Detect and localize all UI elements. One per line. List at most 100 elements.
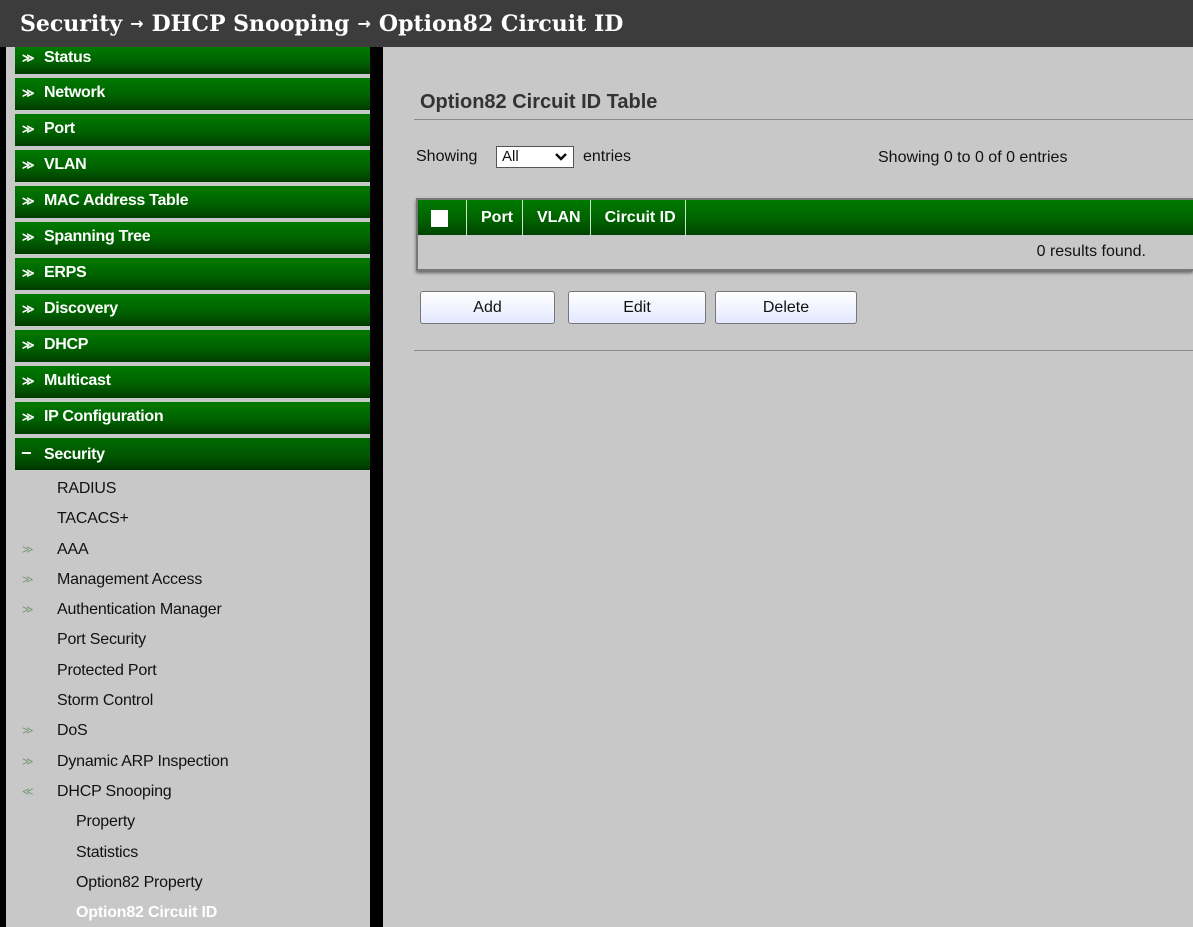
- expand-circle-icon: ≫: [22, 573, 34, 586]
- sidebar-item-label: MAC Address Table: [44, 192, 189, 209]
- sidebar-subitem-statistics[interactable]: Statistics: [6, 838, 370, 868]
- sidebar-subitem-storm-control[interactable]: Storm Control: [6, 686, 370, 716]
- delete-button[interactable]: Delete: [715, 291, 857, 324]
- security-submenu: RADIUS TACACS+ ≫ AAA ≫ Management Access ≫…: [6, 474, 370, 927]
- sidebar-subitem-label: Protected Port: [57, 661, 157, 679]
- sidebar-subitem-protected-port[interactable]: Protected Port: [6, 656, 370, 686]
- sidebar-item-mac-address-table[interactable]: ≫ MAC Address Table: [15, 186, 370, 218]
- sidebar-item-label: Spanning Tree: [44, 228, 151, 245]
- entries-select[interactable]: All: [496, 146, 574, 168]
- expand-icon: ≫: [22, 194, 35, 208]
- sidebar-subitem-label: RADIUS: [57, 480, 117, 497]
- sidebar-item-vlan[interactable]: ≫ VLAN: [15, 150, 370, 182]
- breadcrumb-arrow-icon: →: [357, 14, 371, 33]
- expand-icon: ≫: [22, 302, 35, 316]
- sidebar-item-label: Network: [44, 84, 106, 101]
- expand-icon: ≫: [22, 51, 35, 65]
- sidebar-subitem-label: DoS: [57, 722, 88, 740]
- sidebar-subitem-port-security[interactable]: Port Security: [6, 625, 370, 655]
- sidebar-subitem-dhcp-snooping[interactable]: ≪ DHCP Snooping: [6, 777, 370, 807]
- showing-label: Showing: [416, 148, 478, 165]
- breadcrumb-item-current: Option82 Circuit ID: [378, 11, 624, 37]
- page-title: Option82 Circuit ID Table: [420, 91, 658, 113]
- sidebar-subitem-label: AAA: [57, 540, 89, 558]
- table-header: Port VLAN Circuit ID: [418, 200, 1193, 235]
- sidebar-item-label: Status: [44, 49, 92, 66]
- sidebar-item-label: ERPS: [44, 264, 87, 281]
- sidebar-subitem-label: Option82 Circuit ID: [76, 904, 218, 922]
- sidebar-subitem-label: TACACS+: [57, 510, 129, 528]
- sidebar-subitem-dynamic-arp-inspection[interactable]: ≫ Dynamic ARP Inspection: [6, 747, 370, 777]
- buttons-divider: [414, 350, 1193, 351]
- sidebar-subitem-label: Management Access: [57, 570, 203, 588]
- sidebar-item-erps[interactable]: ≫ ERPS: [15, 258, 370, 290]
- sidebar-subitem-label: Property: [76, 813, 135, 831]
- sidebar-subitem-authentication-manager[interactable]: ≫ Authentication Manager: [6, 595, 370, 625]
- add-button[interactable]: Add: [420, 291, 555, 324]
- sidebar-subitem-label: Dynamic ARP Inspection: [57, 752, 229, 770]
- sidebar-item-spanning-tree[interactable]: ≫ Spanning Tree: [15, 222, 370, 254]
- sidebar-subitem-label: DHCP Snooping: [57, 782, 172, 800]
- sidebar-item-label: DHCP: [44, 336, 89, 353]
- expand-icon: ≫: [22, 122, 35, 136]
- sidebar-item-label: Security: [44, 446, 105, 463]
- expand-icon: ≫: [22, 86, 35, 100]
- select-all-checkbox[interactable]: [431, 210, 448, 227]
- expand-circle-icon: ≫: [22, 604, 34, 617]
- breadcrumb-arrow-icon: →: [130, 14, 144, 33]
- sidebar-item-label: VLAN: [44, 156, 87, 173]
- sidebar-subitem-label: Authentication Manager: [57, 601, 222, 619]
- sidebar-subitem-radius[interactable]: RADIUS: [6, 474, 370, 504]
- expand-icon: ≫: [22, 338, 35, 352]
- sidebar-item-network[interactable]: ≫ Network: [15, 78, 370, 110]
- sidebar-subitem-option82-property[interactable]: Option82 Property: [6, 868, 370, 898]
- title-divider: [414, 119, 1193, 120]
- collapse-icon: −: [21, 443, 32, 463]
- column-header-vlan[interactable]: VLAN: [523, 200, 591, 235]
- sidebar-item-status[interactable]: ≫ Status: [15, 47, 370, 74]
- expand-circle-icon: ≫: [22, 755, 34, 768]
- sidebar: ≫ Status ≫ Network ≫ Port ≫ VLAN ≫ MAC Addres…: [6, 47, 370, 927]
- expand-icon: ≫: [22, 230, 35, 244]
- column-header-circuit-id[interactable]: Circuit ID: [591, 200, 686, 235]
- sidebar-item-label: Port: [44, 120, 75, 137]
- sidebar-subitem-aaa[interactable]: ≫ AAA: [6, 535, 370, 565]
- sidebar-divider: [370, 47, 383, 927]
- sidebar-subitem-management-access[interactable]: ≫ Management Access: [6, 565, 370, 595]
- collapse-circle-icon: ≪: [22, 785, 34, 798]
- entries-label: entries: [583, 148, 632, 165]
- expand-circle-icon: ≫: [22, 543, 34, 556]
- sidebar-item-label: Discovery: [44, 300, 118, 317]
- sidebar-item-label: IP Configuration: [44, 408, 164, 425]
- sidebar-item-port[interactable]: ≫ Port: [15, 114, 370, 146]
- select-all-cell: [418, 200, 467, 235]
- sidebar-subitem-label: Storm Control: [57, 692, 154, 710]
- sidebar-item-label: Multicast: [44, 372, 111, 389]
- expand-icon: ≫: [22, 158, 35, 172]
- showing-info: Showing 0 to 0 of 0 entries: [878, 149, 1068, 166]
- sidebar-subitem-label: Statistics: [76, 843, 139, 861]
- column-header-port[interactable]: Port: [467, 200, 523, 235]
- empty-results-row: 0 results found.: [418, 235, 1193, 269]
- chevron-down-icon: [555, 147, 567, 173]
- breadcrumb-item-security: Security: [20, 11, 123, 37]
- sidebar-subitem-tacacs[interactable]: TACACS+: [6, 504, 370, 534]
- circuit-id-table: Port VLAN Circuit ID 0 results found.: [416, 198, 1193, 271]
- expand-icon: ≫: [22, 374, 35, 388]
- sidebar-item-ip-configuration[interactable]: ≫ IP Configuration: [15, 402, 370, 434]
- sidebar-item-dhcp[interactable]: ≫ DHCP: [15, 330, 370, 362]
- expand-circle-icon: ≫: [22, 725, 34, 738]
- sidebar-subitem-option82-circuit-id[interactable]: Option82 Circuit ID: [6, 898, 370, 927]
- sidebar-item-security[interactable]: − Security: [15, 438, 370, 470]
- edit-button[interactable]: Edit: [568, 291, 706, 324]
- entries-select-value: All: [502, 148, 519, 165]
- sidebar-subitem-label: Option82 Property: [76, 873, 203, 891]
- sidebar-subitem-dos[interactable]: ≫ DoS: [6, 716, 370, 746]
- sidebar-item-discovery[interactable]: ≫ Discovery: [15, 294, 370, 326]
- sidebar-item-multicast[interactable]: ≫ Multicast: [15, 366, 370, 398]
- breadcrumb: Security → DHCP Snooping → Option82 Circuit …: [0, 0, 1193, 47]
- main-content: Option82 Circuit ID Table Showing All en…: [383, 47, 1193, 927]
- expand-icon: ≫: [22, 266, 35, 280]
- breadcrumb-item-dhcp-snooping: DHCP Snooping: [151, 11, 350, 37]
- sidebar-subitem-property[interactable]: Property: [6, 807, 370, 837]
